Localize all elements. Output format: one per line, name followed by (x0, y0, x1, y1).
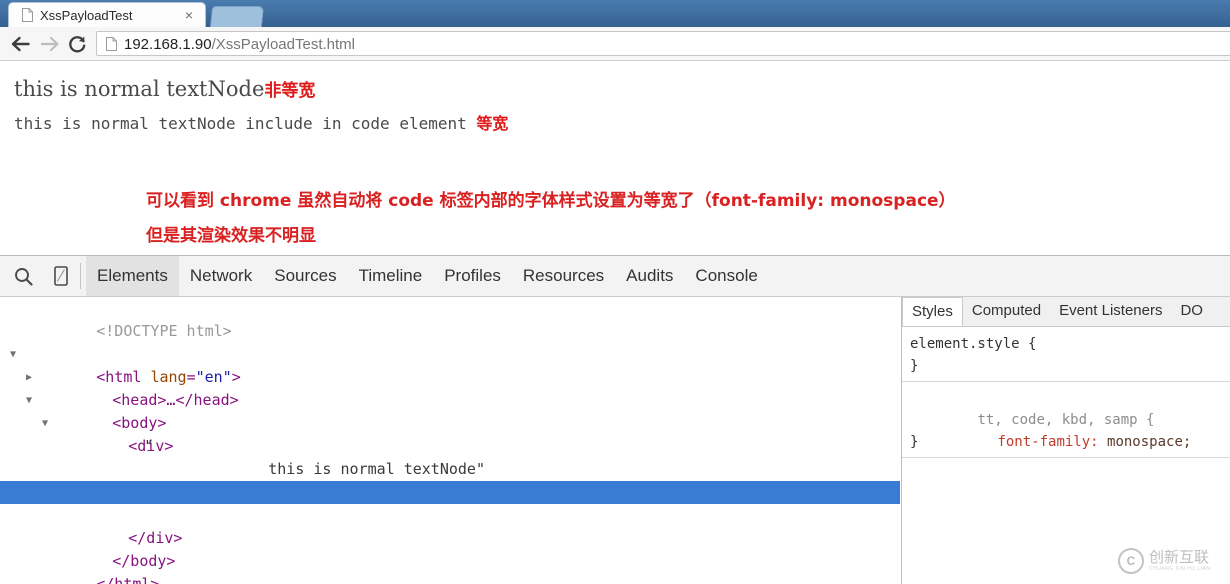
dom-tree: <!DOCTYPE html> ▼ <html lang="en"> ▶ <he… (0, 297, 900, 584)
watermark-cn-label: 创新互联 (1149, 548, 1210, 566)
device-toggle-icon[interactable] (48, 264, 74, 288)
page-text-normal-label: this is normal textNode (14, 77, 265, 101)
watermark-en-label: CHUANG XIN HU LIAN (1149, 566, 1211, 572)
dom-line-br[interactable]: <br> (0, 458, 900, 501)
tab-elements[interactable]: Elements (86, 256, 179, 296)
devtools-tab-list: Elements Network Sources Timeline Profil… (86, 256, 769, 296)
watermark-logo-icon: C (1118, 548, 1144, 574)
watermark-text: 创新互联 CHUANG XIN HU LIAN (1149, 550, 1211, 572)
element-style-open[interactable]: element.style { (902, 333, 1230, 355)
tab-styles[interactable]: Styles (902, 297, 963, 326)
devtools-panel: Elements Network Sources Timeline Profil… (0, 255, 1230, 584)
dom-line-code-selected[interactable]: <code>this is normal textNode include in… (0, 481, 900, 524)
dom-line-div-open[interactable]: ▼ <div> (0, 389, 900, 455)
search-icon[interactable] (10, 264, 36, 288)
tab-favicon-icon (22, 8, 33, 22)
forward-arrow-icon (37, 32, 61, 56)
dom-line-textnode-value[interactable]: this is normal textNode" (0, 435, 900, 478)
reload-icon[interactable] (65, 32, 89, 56)
browser-window: XssPayloadTest × 192.168.1.90/XssPayload… (0, 0, 1230, 584)
page-badge-non-monospace: 非等宽 (264, 81, 316, 101)
page-text-code: this is normal textNode include in code … (14, 113, 508, 135)
element-style-close: } (910, 358, 919, 374)
annotation-note-line2: 但是其渲染效果不明显 (146, 226, 316, 246)
styles-rule-divider-2 (902, 457, 1230, 458)
close-icon[interactable]: × (185, 7, 193, 23)
watermark: C 创新互联 CHUANG XIN HU LIAN (1118, 548, 1211, 574)
tab-computed[interactable]: Computed (963, 297, 1050, 325)
url-text: 192.168.1.90/XssPayloadTest.html (124, 34, 355, 55)
dom-line-textnode-quote[interactable]: " (0, 412, 900, 455)
url-bar[interactable]: 192.168.1.90/XssPayloadTest.html (96, 31, 1230, 56)
browser-tab-xsspayloadtest[interactable]: XssPayloadTest × (8, 2, 206, 27)
tab-sources[interactable]: Sources (263, 256, 347, 296)
tab-audits[interactable]: Audits (615, 256, 684, 296)
tab-profiles[interactable]: Profiles (433, 256, 512, 296)
dom-line-html[interactable]: ▼ <html lang="en"> (0, 320, 900, 386)
url-host: 192.168.1.90 (124, 36, 212, 53)
url-path: /XssPayloadTest.html (211, 36, 355, 53)
dom-line-body-open[interactable]: ▼ <body> (0, 366, 900, 432)
tab-resources[interactable]: Resources (512, 256, 615, 296)
dom-html-close-text: </html> (96, 575, 160, 584)
toolbar-divider (80, 263, 81, 289)
tab-title: XssPayloadTest (40, 8, 133, 23)
styles-tab-list: Styles Computed Event Listeners DO (902, 297, 1230, 327)
page-viewport: this is normal textNode非等宽 this is norma… (0, 61, 1230, 255)
dom-line-div-close[interactable]: </div> (0, 504, 900, 547)
page-text-normal: this is normal textNode非等宽 (14, 77, 315, 104)
dom-line-html-close[interactable]: </html> (0, 550, 900, 584)
styles-rule-divider (902, 381, 1230, 382)
devtools-toolbar: Elements Network Sources Timeline Profil… (0, 256, 1230, 297)
styles-sidebar: Styles Computed Event Listeners DO eleme… (901, 297, 1230, 584)
back-arrow-icon[interactable] (8, 32, 32, 56)
tab-dom-breakpoints[interactable]: DO (1171, 297, 1212, 325)
annotation-note-line1: 可以看到 chrome 虽然自动将 code 标签内部的字体样式设置为等宽了（f… (146, 191, 956, 211)
tab-network[interactable]: Network (179, 256, 263, 296)
navigation-bar: 192.168.1.90/XssPayloadTest.html (0, 27, 1230, 61)
page-badge-monospace: 等宽 (476, 114, 509, 133)
tab-strip: XssPayloadTest × (0, 0, 1230, 27)
dom-line-body-close[interactable]: </body> (0, 527, 900, 570)
dom-line-doctype[interactable]: <!DOCTYPE html> (0, 297, 900, 340)
browser-tab-inactive[interactable] (209, 6, 265, 27)
page-text-code-label: this is normal textNode include in code … (14, 114, 477, 133)
ua-rule-close: } (910, 434, 919, 450)
tab-console[interactable]: Console (684, 256, 768, 296)
tab-timeline[interactable]: Timeline (348, 256, 434, 296)
document-icon (106, 37, 117, 51)
dom-line-head[interactable]: ▶ <head>…</head> (0, 343, 900, 409)
tab-event-listeners[interactable]: Event Listeners (1050, 297, 1171, 325)
